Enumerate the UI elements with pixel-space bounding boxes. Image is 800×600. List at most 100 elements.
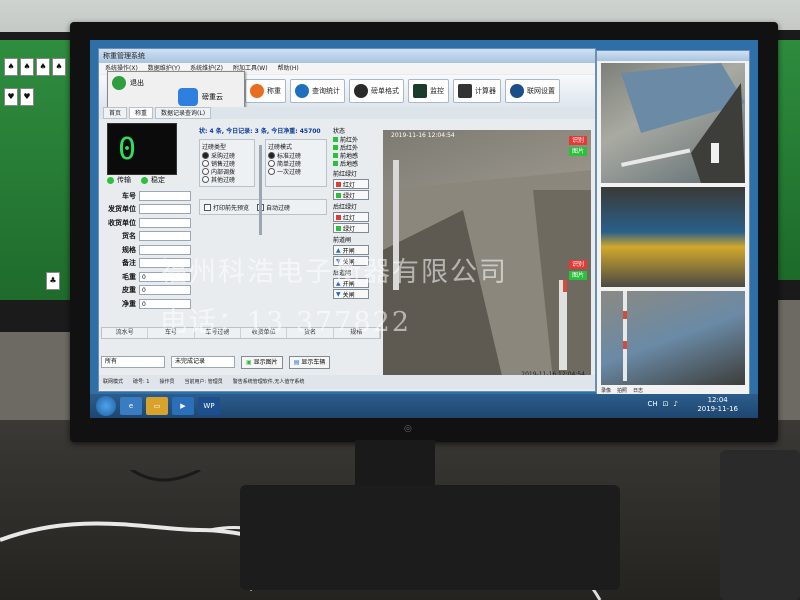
cloud-menu-item[interactable]: 磅重云 bbox=[178, 88, 223, 106]
sensor-row: 后地感 bbox=[333, 159, 373, 168]
green-light-icon bbox=[336, 225, 341, 231]
field-label: 发货单位 bbox=[108, 205, 136, 214]
network-settings-label: 联网设置 bbox=[527, 87, 555, 95]
weigh-type-panel: 过磅类型 采购过磅 销售过磅 内部调拨 其他过磅 bbox=[199, 139, 255, 187]
exit-icon bbox=[112, 76, 126, 90]
left-monitor-screen: ♠ ♠ ♠ ♠ ♥ ♥ ♣ bbox=[0, 40, 74, 300]
front-light-title: 前红绿灯 bbox=[333, 171, 358, 178]
sensor-led-icon bbox=[333, 136, 338, 142]
clock-date: 2019-11-16 bbox=[697, 405, 738, 413]
cloud-icon bbox=[178, 88, 198, 106]
close-label: 关闸 bbox=[342, 291, 355, 299]
rear-green-light-button[interactable]: 绿灯 bbox=[333, 223, 369, 233]
weigh-mode-option[interactable]: 一次过磅 bbox=[268, 167, 324, 176]
field-label: 备注 bbox=[122, 259, 136, 268]
panel-scrollbar[interactable] bbox=[259, 145, 262, 235]
red-light-icon bbox=[336, 181, 341, 187]
system-tray: CH ⊡ ♪ bbox=[648, 400, 679, 408]
weighing-app-taskbar-button[interactable]: WP bbox=[198, 397, 220, 415]
exit-menu-item[interactable]: 退出 bbox=[112, 76, 144, 90]
tab-home[interactable]: 首页 bbox=[103, 107, 128, 119]
network-settings-button[interactable]: 联网设置 bbox=[505, 79, 560, 103]
red-light-icon bbox=[336, 214, 341, 220]
start-button[interactable] bbox=[96, 396, 116, 416]
radio-icon bbox=[202, 175, 209, 183]
status-indicators: 传输 稳定 bbox=[107, 175, 165, 185]
monitor-stand-base bbox=[240, 485, 620, 590]
image-icon: ▣ bbox=[246, 358, 252, 366]
ie-icon[interactable]: e bbox=[120, 397, 142, 415]
record-status-select[interactable]: 未完成记录 bbox=[171, 356, 235, 368]
ticket-format-button[interactable]: 磅单格式 bbox=[349, 79, 404, 103]
show-image-button[interactable]: ▣ 显示图片 bbox=[241, 355, 283, 369]
print-preview-checkbox[interactable]: 打印前先预览 bbox=[204, 203, 250, 212]
record-scope-select[interactable]: 所有 bbox=[101, 356, 165, 368]
goods-select[interactable] bbox=[139, 231, 191, 242]
volume-icon[interactable]: ♪ bbox=[674, 400, 678, 408]
image-button[interactable]: 图片 bbox=[569, 147, 587, 156]
monitor-icon bbox=[413, 84, 427, 98]
radio-icon bbox=[268, 151, 275, 159]
print-preview-label: 打印前先预览 bbox=[213, 204, 250, 212]
camera-view-rear bbox=[601, 291, 745, 385]
transmit-label: 传输 bbox=[117, 176, 131, 184]
tab-recording[interactable]: 录像 bbox=[601, 387, 611, 394]
query-stats-label: 查询统计 bbox=[312, 87, 340, 95]
show-vehicle-button[interactable]: ▤ 显示车辆 bbox=[288, 355, 331, 369]
weight-display: 0 bbox=[107, 123, 177, 175]
bottom-controls: 所有 未完成记录 ▣ 显示图片 ▤ 显示车辆 bbox=[101, 355, 593, 369]
auto-weigh-label: 自动过磅 bbox=[266, 204, 291, 212]
folder-icon[interactable]: ▭ bbox=[146, 397, 168, 415]
camera-window-tabs: 录像 拍照 日志 bbox=[601, 387, 643, 394]
query-stats-button[interactable]: 查询统计 bbox=[290, 79, 345, 103]
status-dot-icon bbox=[141, 176, 148, 184]
tab-log[interactable]: 日志 bbox=[633, 387, 643, 394]
transmit-indicator: 传输 bbox=[107, 175, 131, 185]
form-row: 收货单位 bbox=[105, 216, 195, 230]
receiver-select[interactable] bbox=[139, 217, 191, 228]
daily-summary: 状: 4 条, 今日记录: 3 条, 今日净重: 45700 bbox=[199, 128, 321, 135]
weigh-mode-panel: 过磅模式 标准过磅 简单过磅 一次过磅 bbox=[265, 139, 327, 187]
taskbar-clock[interactable]: 12:04 2019-11-16 bbox=[697, 396, 738, 414]
shipper-select[interactable] bbox=[139, 204, 191, 215]
status-message: 警告系统管理软件,无人值守系统 bbox=[232, 379, 305, 385]
recognize-button[interactable]: 识别 bbox=[569, 136, 587, 145]
image-button-rear[interactable]: 图片 bbox=[569, 271, 587, 280]
rear-gate-close-button[interactable]: ▼ 关闸 bbox=[333, 289, 369, 299]
tab-snapshot[interactable]: 拍照 bbox=[617, 387, 627, 394]
network-tray-icon[interactable]: ⊡ bbox=[663, 400, 669, 408]
brand-logo: ◎ bbox=[404, 424, 412, 434]
weigh-type-option[interactable]: 其他过磅 bbox=[202, 175, 252, 184]
weigh-button-label: 称重 bbox=[267, 87, 281, 95]
card-icon: ♠ bbox=[52, 58, 66, 76]
camera-monitor-window: 录像 拍照 日志 bbox=[596, 50, 750, 400]
radio-icon bbox=[268, 159, 275, 167]
tab-records[interactable]: 数据记录查询(L) bbox=[155, 107, 212, 119]
radio-icon bbox=[268, 167, 275, 175]
tab-weigh[interactable]: 称重 bbox=[129, 107, 154, 119]
options-checkbox-row: 打印前先预览 自动过磅 bbox=[199, 199, 327, 215]
media-icon[interactable]: ▶ bbox=[172, 397, 194, 415]
column-header[interactable]: 流水号 bbox=[102, 328, 149, 338]
radio-icon bbox=[202, 167, 209, 175]
plate-number-input[interactable] bbox=[139, 190, 191, 201]
language-indicator[interactable]: CH bbox=[648, 400, 658, 408]
red-label: 红灯 bbox=[343, 181, 356, 189]
weigh-button[interactable]: 称重 bbox=[245, 79, 286, 103]
calculator-button[interactable]: 计算器 bbox=[453, 79, 501, 103]
monitor-button[interactable]: 监控 bbox=[408, 79, 449, 103]
rear-red-light-button[interactable]: 红灯 bbox=[333, 212, 369, 222]
field-label: 货名 bbox=[122, 232, 136, 241]
menu-item-help[interactable]: 帮助(H) bbox=[278, 63, 299, 74]
front-green-light-button[interactable]: 绿灯 bbox=[333, 190, 369, 200]
green-label: 绿灯 bbox=[343, 225, 356, 233]
weight-value: 0 bbox=[118, 132, 137, 167]
form-row: 发货单位 bbox=[105, 203, 195, 217]
watermark-company: 福州科浩电子衡器有限公司 bbox=[160, 257, 508, 288]
card-icon: ♥ bbox=[20, 88, 34, 106]
recognize-button-rear[interactable]: 识别 bbox=[569, 260, 587, 269]
front-red-light-button[interactable]: 红灯 bbox=[333, 179, 369, 189]
status-dot-icon bbox=[107, 176, 114, 184]
cloud-label: 磅重云 bbox=[202, 93, 223, 101]
network-icon bbox=[510, 84, 524, 98]
